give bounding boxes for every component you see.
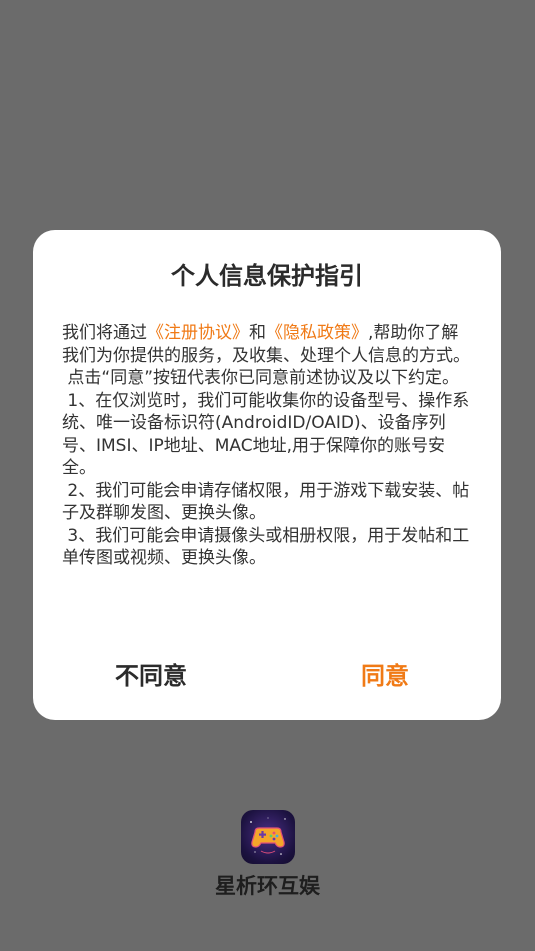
app-logo — [241, 810, 295, 864]
agree-button[interactable]: 同意 — [305, 660, 465, 692]
dialog-title: 个人信息保护指引 — [171, 262, 363, 290]
device-info-paragraph: 1、在仅浏览时，我们可能收集你的设备型号、操作系统、唯一设备标识符(Androi… — [62, 390, 470, 479]
gamepad-icon — [250, 817, 286, 855]
camera-permission-paragraph: 3、我们可能会申请摄像头或相册权限，用于发帖和工单传图或视频、更换头像。 — [62, 525, 470, 569]
app-name: 星析环互娱 — [215, 874, 320, 898]
agree-note-paragraph: 点击“同意”按钮代表你已同意前述协议及以下约定。 — [62, 368, 460, 388]
register-agreement-link[interactable]: 《注册协议》 — [147, 323, 249, 343]
intro-paragraph: 我们将通过《注册协议》和《隐私政策》,帮助你了解我们为你提供的服务，及收集、处理… — [62, 322, 475, 367]
intro-prefix: 我们将通过 — [62, 323, 147, 343]
privacy-dialog: 个人信息保护指引 我们将通过《注册协议》和《隐私政策》,帮助你了解我们为你提供的… — [33, 230, 501, 720]
dialog-body: 我们将通过《注册协议》和《隐私政策》,帮助你了解我们为你提供的服务，及收集、处理… — [62, 322, 475, 570]
intro-middle: 和 — [249, 323, 266, 343]
privacy-policy-link[interactable]: 《隐私政策》 — [266, 323, 368, 343]
storage-permission-paragraph: 2、我们可能会申请存储权限，用于游戏下载安装、帖子及群聊发图、更换头像。 — [62, 480, 470, 524]
disagree-button[interactable]: 不同意 — [71, 660, 231, 692]
